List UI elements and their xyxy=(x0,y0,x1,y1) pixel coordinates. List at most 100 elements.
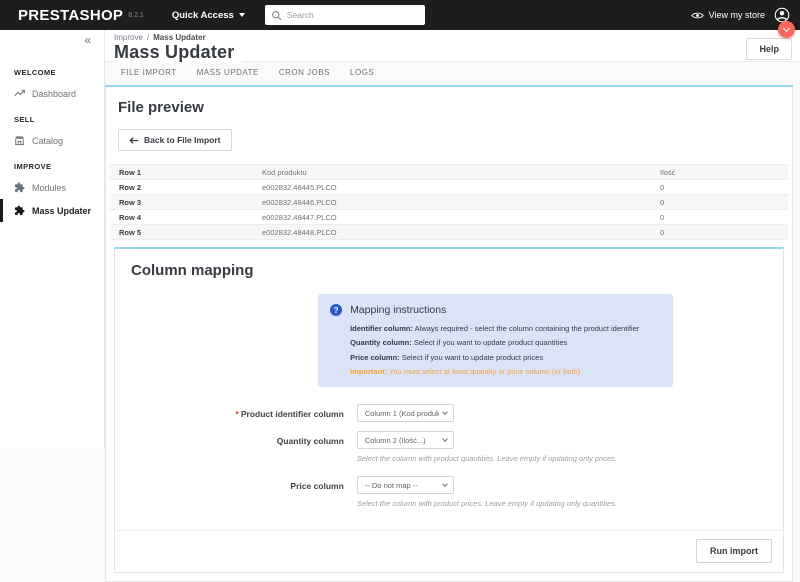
product-identifier-label: *Product identifier column xyxy=(115,404,357,422)
sidebar-item-label: Modules xyxy=(32,183,66,193)
product-identifier-select[interactable]: Column 1 (Kod produktu...) xyxy=(357,404,454,422)
important-note: Important: You must select at least quan… xyxy=(350,365,661,379)
tab-cron-jobs[interactable]: CRON JOBS xyxy=(269,68,340,85)
sidebar-section-welcome: WELCOME xyxy=(0,58,104,82)
app-window: PRESTASHOP 8.2.1 Quick Access View my st… xyxy=(0,0,800,582)
selected-option: Column 2 (Ilość...) xyxy=(365,436,426,445)
quantity-cell: 0 xyxy=(658,210,788,225)
price-help-text: Select the column with product prices. L… xyxy=(357,499,783,508)
form-row-quantity-column: Quantity column Column 2 (Ilość...) Sele… xyxy=(115,431,783,467)
sidebar: « WELCOME Dashboard SELL xyxy=(0,30,105,448)
column-mapping-form: *Product identifier column Column 1 (Kod… xyxy=(115,404,783,512)
tab-mass-update[interactable]: MASS UPDATE xyxy=(187,68,269,85)
mapping-instructions-title: Mapping instructions xyxy=(350,304,446,316)
tab-file-import[interactable]: FILE IMPORT xyxy=(111,68,187,85)
sidebar-item-label: Mass Updater xyxy=(32,206,91,216)
price-column-select[interactable]: -- Do not map -- xyxy=(357,476,454,494)
row-number-cell: Row 4 xyxy=(110,210,260,225)
row-number-cell: Row 5 xyxy=(110,225,260,240)
search-input[interactable] xyxy=(287,10,419,20)
sidebar-item-mass-updater[interactable]: Mass Updater xyxy=(0,199,104,222)
sidebar-item-label: Catalog xyxy=(32,136,63,146)
run-import-button[interactable]: Run import xyxy=(696,539,772,563)
column-mapping-title: Column mapping xyxy=(131,262,783,279)
file-preview-title: File preview xyxy=(118,99,792,116)
topbar: PRESTASHOP 8.2.1 Quick Access View my st… xyxy=(0,0,800,30)
puzzle-icon xyxy=(14,182,25,193)
product-code-cell: Kod produktu xyxy=(260,165,658,180)
quantity-help-text: Select the column with product quantitie… xyxy=(357,454,783,463)
table-row: Row 3 e002832.48446.PLCO 0 xyxy=(110,195,788,210)
arrow-left-icon xyxy=(129,136,139,145)
file-preview-table: Row 1 Kod produktu Ilość Row 2 e002832.4… xyxy=(110,164,788,240)
prestashop-logo[interactable]: PRESTASHOP xyxy=(18,7,123,24)
main-content: Improve / Mass Updater Mass Updater Help… xyxy=(105,30,800,582)
product-code-cell: e002832.48445.PLCO xyxy=(260,180,658,195)
notification-badge[interactable] xyxy=(778,21,795,38)
instruction-line: Identifier column: Always required - sel… xyxy=(350,322,661,336)
quantity-cell: 0 xyxy=(658,225,788,240)
quantity-cell: Ilość xyxy=(658,165,788,180)
breadcrumb: Improve / Mass Updater xyxy=(114,33,792,42)
card-footer: Run import xyxy=(115,530,783,572)
product-code-cell: e002832.48447.PLCO xyxy=(260,210,658,225)
product-code-cell: e002832.48448.PLCO xyxy=(260,225,658,240)
store-icon xyxy=(14,135,25,146)
required-asterisk: * xyxy=(236,409,239,419)
mapping-instructions-header: ? Mapping instructions xyxy=(330,304,661,316)
mapping-instructions-lines: Identifier column: Always required - sel… xyxy=(350,322,661,379)
breadcrumb-separator: / xyxy=(147,33,149,42)
chevron-down-icon xyxy=(442,481,448,487)
quick-access-menu[interactable]: Quick Access xyxy=(172,10,245,21)
chevron-down-icon xyxy=(783,25,790,32)
eye-icon xyxy=(691,11,704,20)
sidebar-item-modules[interactable]: Modules xyxy=(0,176,104,199)
chevron-down-icon xyxy=(442,409,448,415)
breadcrumb-current: Mass Updater xyxy=(153,33,205,42)
sidebar-item-catalog[interactable]: Catalog xyxy=(0,129,104,152)
page-title: Mass Updater xyxy=(114,42,242,63)
tab-bar: FILE IMPORT MASS UPDATE CRON JOBS LOGS xyxy=(105,62,793,87)
caret-down-icon xyxy=(239,13,245,17)
page-header: Improve / Mass Updater Mass Updater Help xyxy=(105,30,800,62)
selected-option: Column 1 (Kod produktu...) xyxy=(365,409,439,418)
trending-up-icon xyxy=(14,88,25,99)
table-row: Row 2 e002832.48445.PLCO 0 xyxy=(110,180,788,195)
tab-logs[interactable]: LOGS xyxy=(340,68,384,85)
form-row-price-column: Price column -- Do not map -- Select the… xyxy=(115,476,783,512)
product-code-cell: e002832.48446.PLCO xyxy=(260,195,658,210)
file-preview-panel: File preview Back to File Import Row 1 K… xyxy=(105,87,793,582)
quantity-column-select[interactable]: Column 2 (Ilość...) xyxy=(357,431,454,449)
sidebar-item-dashboard[interactable]: Dashboard xyxy=(0,82,104,105)
search-box[interactable] xyxy=(265,5,425,25)
table-row: Row 4 e002832.48447.PLCO 0 xyxy=(110,210,788,225)
column-mapping-card: Column mapping ? Mapping instructions Id… xyxy=(114,247,784,573)
table-row: Row 5 e002832.48448.PLCO 0 xyxy=(110,225,788,240)
search-icon xyxy=(271,10,282,21)
form-row-product-identifier: *Product identifier column Column 1 (Kod… xyxy=(115,404,783,422)
quantity-cell: 0 xyxy=(658,195,788,210)
sidebar-section-sell: SELL xyxy=(0,105,104,129)
quick-access-label: Quick Access xyxy=(172,10,234,21)
help-button[interactable]: Help xyxy=(746,38,792,60)
quantity-column-label: Quantity column xyxy=(115,431,357,467)
sidebar-section-improve: IMPROVE xyxy=(0,152,104,176)
row-number-cell: Row 3 xyxy=(110,195,260,210)
sidebar-item-label: Dashboard xyxy=(32,89,76,99)
mapping-instructions-box: ? Mapping instructions Identifier column… xyxy=(318,294,673,387)
content-area: « WELCOME Dashboard SELL xyxy=(0,30,800,582)
topbar-right: View my store xyxy=(691,7,790,23)
help-circle-icon: ? xyxy=(330,304,342,316)
row-number-cell: Row 1 xyxy=(110,165,260,180)
chevron-down-icon xyxy=(442,436,448,442)
back-to-file-import-button[interactable]: Back to File Import xyxy=(118,129,232,151)
quantity-cell: 0 xyxy=(658,180,788,195)
instruction-line: Price column: Select if you want to upda… xyxy=(350,351,661,365)
back-button-label: Back to File Import xyxy=(144,135,221,145)
price-column-label: Price column xyxy=(115,476,357,512)
sidebar-collapse-button[interactable]: « xyxy=(84,34,91,46)
sidebar-nav: WELCOME Dashboard SELL Catalog xyxy=(0,30,104,222)
view-my-store-link[interactable]: View my store xyxy=(691,10,765,20)
instruction-line: Quantity column: Select if you want to u… xyxy=(350,336,661,350)
breadcrumb-parent[interactable]: Improve xyxy=(114,33,143,42)
